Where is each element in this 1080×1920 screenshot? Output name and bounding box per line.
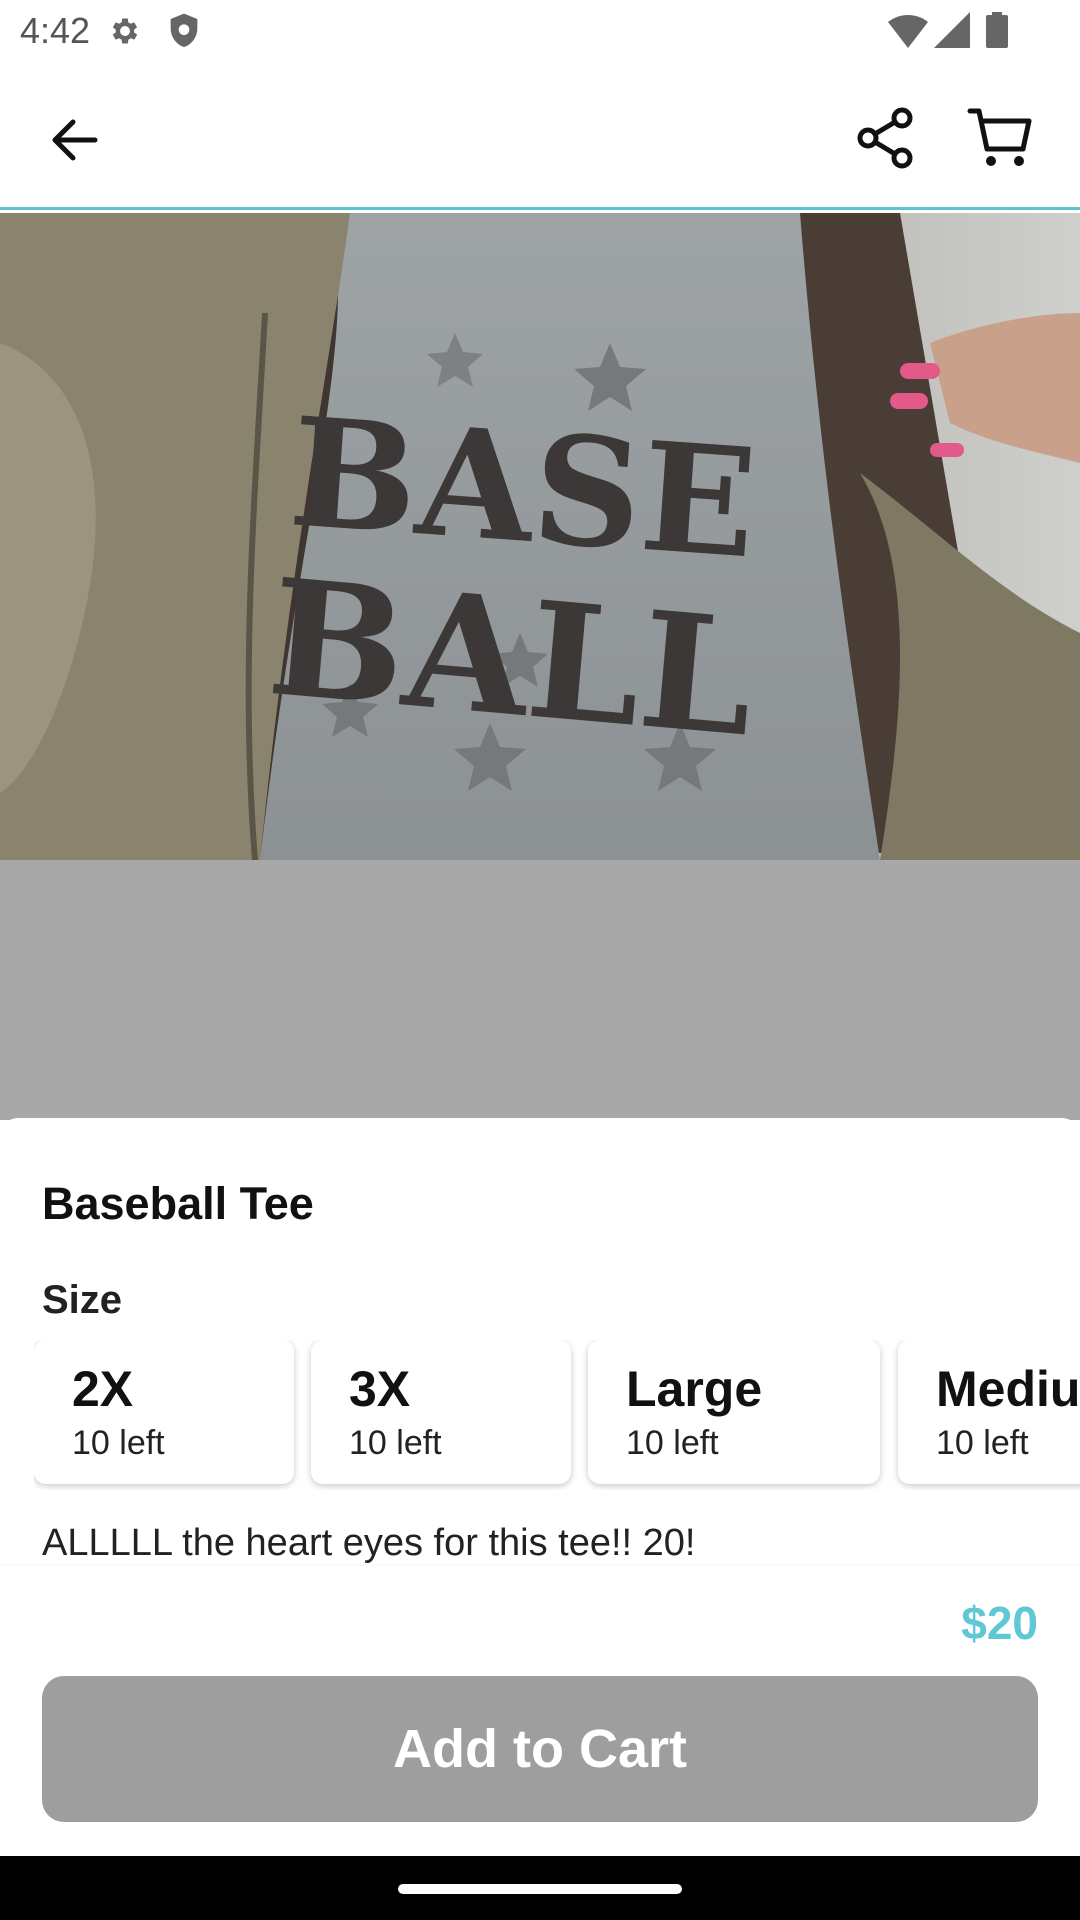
- product-title: Baseball Tee: [42, 1178, 314, 1229]
- share-button[interactable]: [850, 102, 922, 174]
- product-image[interactable]: BASE BALL: [0, 213, 1080, 860]
- product-photo: BASE BALL: [0, 213, 1080, 860]
- size-option-name: Medium: [936, 1361, 1080, 1417]
- battery-icon: [986, 12, 1008, 48]
- size-heading: Size: [42, 1278, 123, 1322]
- back-arrow-icon: [52, 119, 98, 161]
- share-icon: [857, 107, 913, 169]
- size-option-large[interactable]: Large 10 left: [588, 1340, 880, 1484]
- gear-icon: [112, 18, 138, 44]
- purchase-footer: $20 Add to Cart: [0, 1566, 1080, 1856]
- size-options[interactable]: 2X 10 left 3X 10 left Large 10 left Medi…: [34, 1340, 1080, 1490]
- size-option-stock: 10 left: [72, 1424, 165, 1462]
- image-backdrop: [0, 860, 1080, 1120]
- size-option-name: 3X: [349, 1361, 411, 1417]
- system-nav-bar: [0, 1856, 1080, 1920]
- cart-button[interactable]: [962, 102, 1038, 174]
- status-bar: 4:42: [0, 0, 1080, 62]
- size-option-name: 2X: [72, 1361, 134, 1417]
- product-price: $20: [961, 1597, 1038, 1649]
- app-bar: [0, 62, 1080, 210]
- size-option-stock: 10 left: [626, 1424, 719, 1462]
- back-button[interactable]: [38, 104, 110, 176]
- status-time: 4:42: [20, 10, 91, 51]
- size-option-medium[interactable]: Medium 10 left: [898, 1340, 1080, 1484]
- signal-icon: [934, 12, 970, 48]
- cart-icon: [967, 108, 1032, 166]
- size-option-3x[interactable]: 3X 10 left: [311, 1340, 571, 1484]
- size-option-2x[interactable]: 2X 10 left: [34, 1340, 294, 1484]
- shield-icon: [170, 13, 198, 47]
- size-option-stock: 10 left: [349, 1424, 442, 1462]
- size-option-stock: 10 left: [936, 1424, 1029, 1462]
- home-indicator[interactable]: [398, 1884, 682, 1894]
- size-option-name: Large: [626, 1361, 763, 1417]
- add-to-cart-button[interactable]: Add to Cart: [42, 1676, 1038, 1822]
- wifi-icon: [888, 14, 928, 48]
